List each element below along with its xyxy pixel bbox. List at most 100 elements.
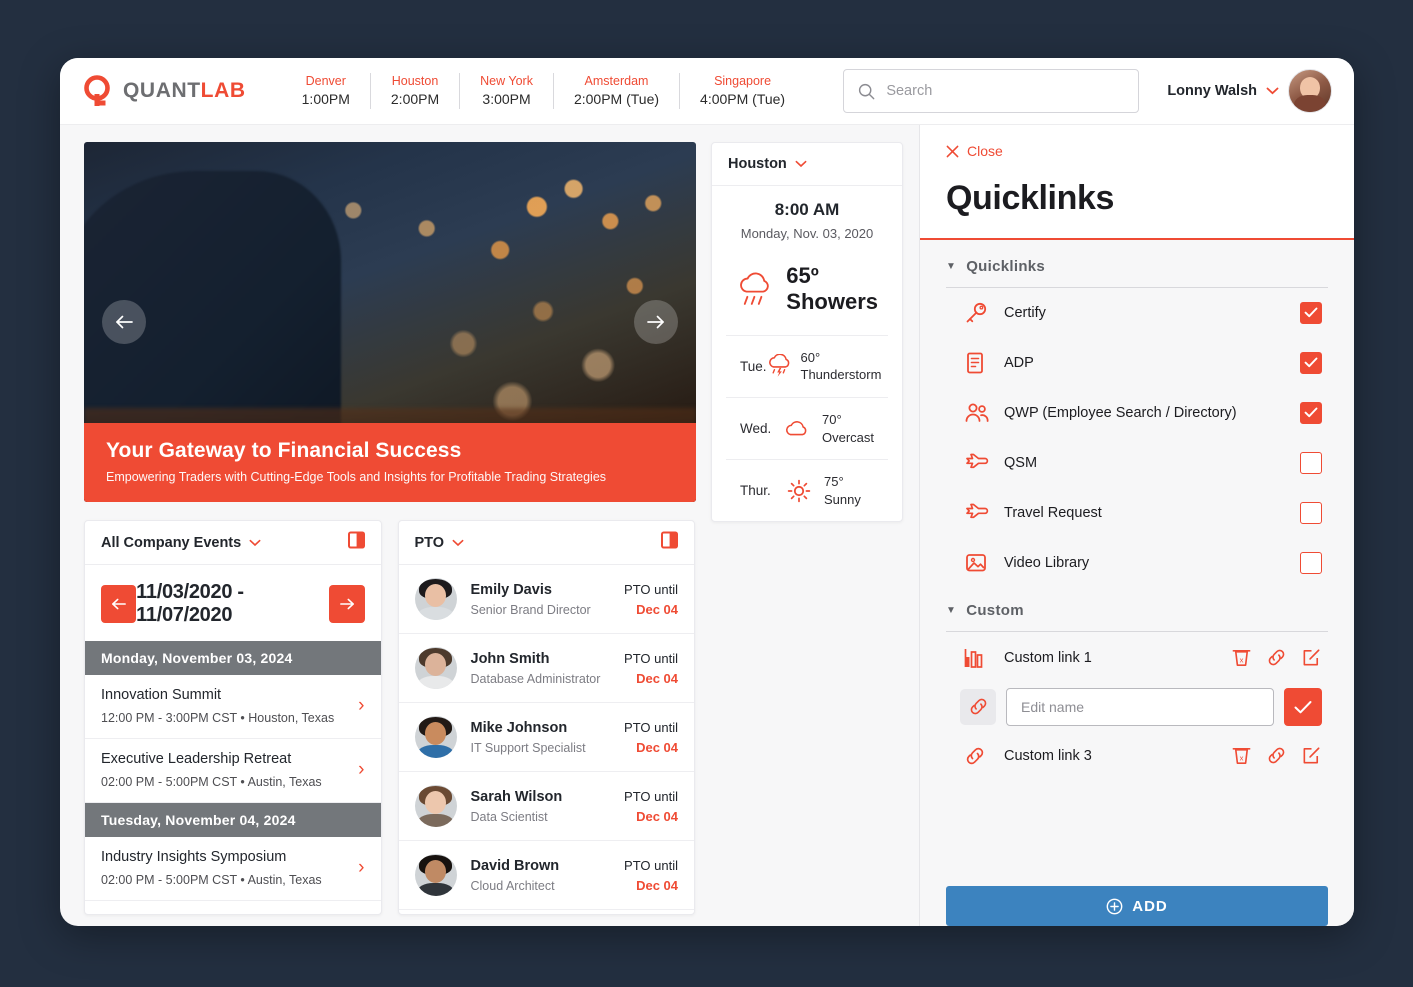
- quicklinks-section-header[interactable]: ▼ Quicklinks: [946, 258, 1328, 288]
- chevron-down-icon: [795, 160, 807, 168]
- search-box[interactable]: [843, 69, 1140, 113]
- carousel-next-button[interactable]: [634, 300, 678, 344]
- custom-link-edit-row: [946, 684, 1328, 730]
- quicklink-row[interactable]: Video Library: [946, 538, 1328, 588]
- triangle-down-icon: ▼: [946, 260, 957, 272]
- user-name: Lonny Walsh: [1167, 83, 1257, 99]
- pto-person-role: Data Scientist: [470, 809, 548, 824]
- avatar: [414, 647, 457, 689]
- quicklink-label: QWP (Employee Search / Directory): [1004, 404, 1237, 421]
- next-week-button[interactable]: [329, 585, 365, 623]
- user-menu[interactable]: Lonny Walsh: [1167, 69, 1332, 113]
- pto-person-name: John Smith: [470, 650, 550, 667]
- pto-list-item[interactable]: John Smith Database Administrator PTO unti…: [398, 634, 694, 703]
- date-range-label: 11/03/2020 - 11/07/2020: [136, 581, 244, 626]
- link-icon[interactable]: [1266, 647, 1287, 668]
- event-list-item[interactable]: Executive Leadership Retreat 02:00 PM - …: [85, 739, 381, 803]
- pto-list-item[interactable]: Mike Johnson IT Support Specialist PTO unt…: [398, 703, 694, 772]
- arrow-left-icon: [116, 315, 133, 329]
- quicklink-checkbox[interactable]: [1300, 551, 1322, 574]
- quicklink-row[interactable]: ADP: [946, 338, 1328, 388]
- quicklink-checkbox[interactable]: [1300, 351, 1322, 374]
- arrow-right-icon: [647, 315, 664, 329]
- panel-layout-icon[interactable]: [347, 531, 365, 554]
- document-icon: [964, 351, 998, 375]
- sun-icon: [782, 479, 816, 503]
- weather-now: 8:00 AM Monday, Nov. 03, 2020: [712, 186, 902, 247]
- edit-icon[interactable]: [1301, 647, 1322, 668]
- quicklink-label: Certify: [1004, 304, 1046, 321]
- chevron-right-icon: ›: [358, 857, 365, 878]
- brand-logo[interactable]: QUANTLAB: [84, 75, 246, 107]
- pto-until-date: Dec 04: [636, 670, 678, 686]
- chevron-right-icon: ›: [358, 759, 365, 780]
- pto-list-item[interactable]: David Brown Cloud Architect PTO until Dec 0…: [398, 841, 694, 910]
- close-button[interactable]: Close: [946, 143, 1003, 159]
- forecast-desc: Sunny: [824, 491, 861, 507]
- weather-city-selector[interactable]: Houston: [712, 143, 902, 186]
- pto-until-date: Dec 04: [636, 739, 678, 755]
- pto-list-item[interactable]: Emily Davis Senior Brand Director PTO unti…: [398, 565, 694, 634]
- quicklinks-section-label: Quicklinks: [966, 257, 1046, 275]
- event-meta: 02:00 PM - 5:00PM CST • Austin, Texas: [101, 775, 322, 789]
- quicklinks-panel-header: Close Quicklinks: [920, 125, 1354, 240]
- add-button[interactable]: ADD: [946, 886, 1328, 926]
- quicklink-checkbox[interactable]: [1300, 451, 1322, 474]
- quicklink-label: QSM: [1004, 454, 1038, 471]
- chevron-down-icon[interactable]: [452, 539, 464, 547]
- edit-icon[interactable]: [1301, 745, 1322, 766]
- weather-time: 8:00 AM: [774, 200, 840, 219]
- avatar[interactable]: [1288, 69, 1332, 113]
- chevron-down-icon[interactable]: [1266, 87, 1279, 95]
- quicklink-checkbox[interactable]: [1300, 401, 1322, 424]
- quicklink-row[interactable]: QSM: [946, 438, 1328, 488]
- delete-icon[interactable]: x: [1231, 745, 1252, 766]
- quicklink-row[interactable]: Travel Request: [946, 488, 1328, 538]
- weather-date: Monday, Nov. 03, 2020: [740, 226, 874, 241]
- carousel-prev-button[interactable]: [102, 300, 146, 344]
- pto-until-label: PTO until: [624, 857, 678, 873]
- events-card: All Company Events 11/03/2020 - 11/07/20…: [84, 520, 382, 915]
- quicklink-row[interactable]: QWP (Employee Search / Directory): [946, 388, 1328, 438]
- custom-link-label: Custom link 1: [1004, 649, 1092, 666]
- search-input[interactable]: [886, 83, 1125, 99]
- forecast-day: Thur.: [740, 483, 771, 499]
- pto-until-label: PTO until: [624, 581, 678, 597]
- airplane-icon: [964, 502, 998, 524]
- pto-until-label: PTO until: [624, 650, 678, 666]
- confirm-edit-button[interactable]: [1284, 687, 1322, 726]
- main-content: Your Gateway to Financial Success Empowe…: [60, 125, 1354, 926]
- quicklink-row[interactable]: Certify: [946, 288, 1328, 338]
- hero-carousel: Your Gateway to Financial Success Empowe…: [84, 142, 696, 502]
- quicklink-checkbox[interactable]: [1300, 501, 1322, 524]
- pto-list: Emily Davis Senior Brand Director PTO unti…: [398, 565, 695, 914]
- link-icon[interactable]: [960, 688, 996, 725]
- event-list-item[interactable]: Industry Insights Symposium 02:00 PM - 5…: [85, 837, 381, 901]
- chevron-down-icon[interactable]: [249, 539, 261, 547]
- delete-icon[interactable]: x: [1231, 647, 1252, 668]
- pto-list-item[interactable]: Sarah Wilson Data Scientist PTO until Dec 0…: [398, 772, 694, 841]
- pto-person-info: Mike Johnson IT Support Specialist: [471, 720, 625, 755]
- quantlab-q-logo-icon: [84, 75, 110, 106]
- triangle-down-icon: ▼: [946, 604, 957, 616]
- pto-until: PTO until Dec 04: [624, 858, 678, 893]
- arrow-left-icon: [111, 598, 126, 610]
- svg-text:x: x: [1240, 753, 1244, 762]
- pto-list-item[interactable]: Chris TaylorPTO until: [399, 910, 695, 914]
- check-icon: [1304, 407, 1318, 418]
- weather-condition: Showers: [786, 288, 878, 314]
- quicklink-checkbox[interactable]: [1300, 301, 1322, 324]
- panel-layout-icon[interactable]: [661, 531, 678, 554]
- event-list-item[interactable]: Innovation Summit 12:00 PM - 3:00PM CST …: [85, 675, 381, 739]
- plus-circle-icon: [1106, 898, 1123, 914]
- custom-section-header[interactable]: ▼ Custom: [946, 602, 1328, 632]
- link-icon[interactable]: [1266, 745, 1287, 766]
- pto-until-label: PTO until: [624, 788, 678, 804]
- quicklink-label: Video Library: [1004, 554, 1090, 571]
- weather-temp: 65º: [786, 263, 819, 288]
- pto-card: PTO Emily Davis Senior Brand Director PTO …: [397, 520, 695, 915]
- city-time: 1:00PM: [301, 90, 350, 107]
- custom-link-name-input[interactable]: [1006, 687, 1274, 726]
- weather-column: Houston 8:00 AM Monday, Nov. 03, 2020 65…: [695, 125, 903, 926]
- prev-week-button[interactable]: [101, 585, 137, 623]
